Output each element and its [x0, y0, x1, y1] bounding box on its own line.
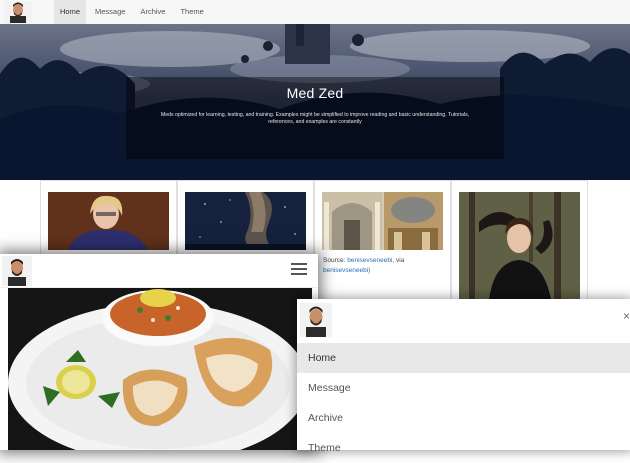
hero-description: Meds optimized for learning, testing, an… — [160, 112, 470, 125]
mobile-menu-archive[interactable]: Archive — [297, 403, 630, 433]
close-icon[interactable]: × — [623, 309, 630, 323]
hero-title: Med Zed — [286, 85, 344, 101]
portrait-photo — [48, 192, 169, 250]
source-link-1[interactable]: benisevseneebi — [347, 257, 392, 264]
mobile-menu-theme[interactable]: Theme — [297, 433, 630, 463]
source-prefix: Source: — [323, 257, 348, 264]
milky-way-photo — [185, 192, 306, 250]
mobile-menu-window: × Home Message Archive Theme — [297, 299, 630, 454]
nav-message[interactable]: Message — [89, 0, 131, 24]
image-source-caption: Source: benisevseneebi, via benisevsenee… — [323, 256, 443, 276]
woman-forest-photo — [459, 192, 580, 300]
source-link-2[interactable]: benisevseneebi) — [323, 267, 370, 274]
hero-banner: Med Zed Meds optimized for learning, tes… — [0, 24, 630, 180]
mobile-menu-message[interactable]: Message — [297, 373, 630, 403]
mobile-navbar — [0, 254, 318, 288]
palace-interior-photo — [322, 192, 443, 250]
mobile-nav-menu: Home Message Archive Theme — [297, 343, 630, 463]
nav-theme[interactable]: Theme — [174, 0, 209, 24]
card-3[interactable]: Source: benisevseneebi, via benisevsenee… — [314, 180, 451, 303]
food-plate-photo — [8, 288, 312, 450]
avatar-logo[interactable] — [4, 1, 32, 23]
nav-archive[interactable]: Archive — [134, 0, 171, 24]
card-4[interactable] — [451, 180, 588, 303]
nav-home[interactable]: Home — [54, 0, 87, 24]
hero-caption-box: Med Zed Meds optimized for learning, tes… — [126, 77, 504, 159]
avatar-logo[interactable] — [300, 303, 332, 337]
mobile-preview-window — [0, 254, 318, 450]
avatar-logo[interactable] — [2, 256, 32, 286]
mobile-menu-home[interactable]: Home — [297, 343, 630, 373]
hamburger-icon[interactable] — [291, 263, 307, 277]
mobile-menu-header: × — [297, 299, 630, 341]
top-navbar: Home Message Archive Theme — [0, 0, 630, 25]
source-separator: , via — [392, 257, 405, 264]
